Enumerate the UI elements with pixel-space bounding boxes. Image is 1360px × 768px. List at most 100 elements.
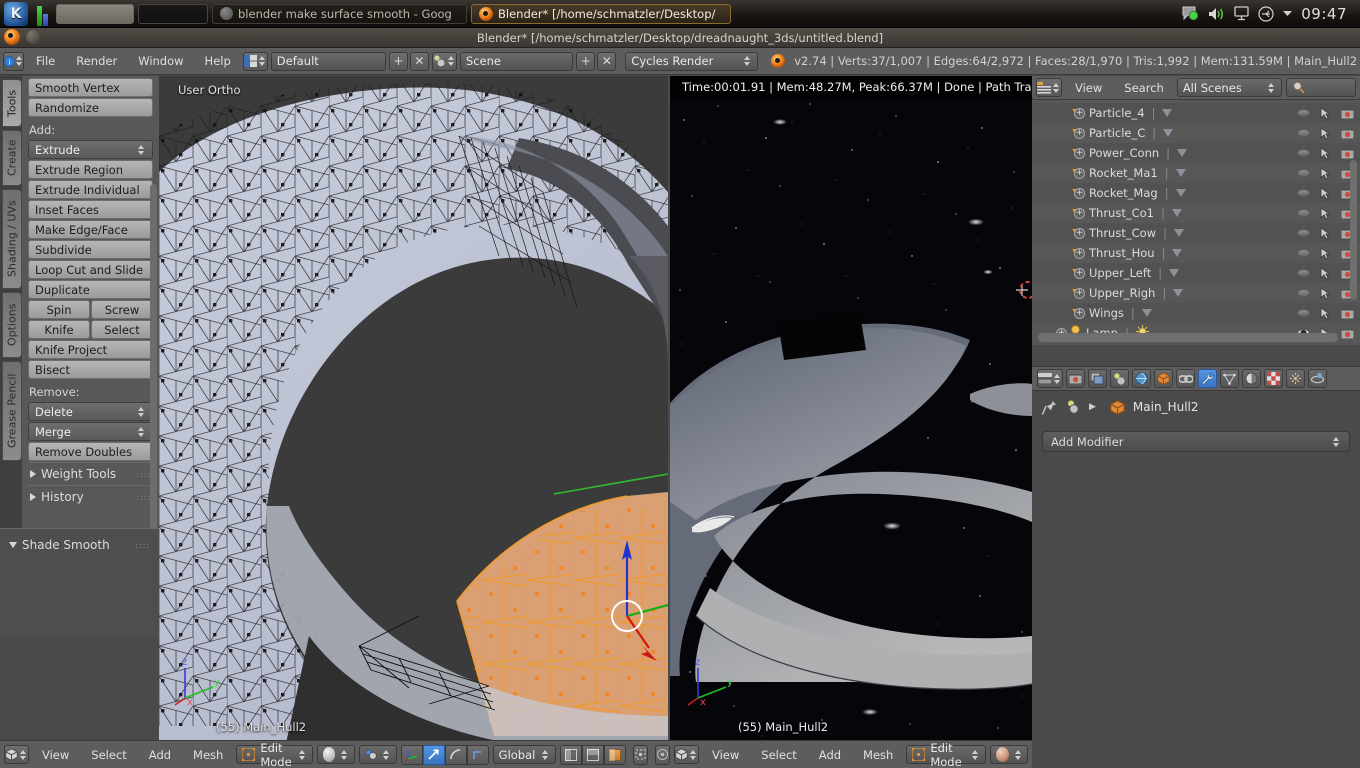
manipulator-scale-button[interactable]: [466, 744, 489, 765]
tab-particles[interactable]: [1286, 369, 1305, 388]
new-scene-button[interactable]: +: [576, 51, 596, 71]
menu-file[interactable]: File: [27, 52, 64, 71]
expand-icon[interactable]: +: [1074, 147, 1085, 159]
selectable-toggle[interactable]: [1320, 166, 1331, 180]
face-select-mode[interactable]: [604, 744, 627, 765]
tab-material[interactable]: [1242, 369, 1261, 388]
visibility-toggle[interactable]: [1297, 129, 1310, 137]
chat-icon[interactable]: [1182, 6, 1199, 21]
selectable-toggle[interactable]: [1320, 206, 1331, 220]
taskbar-window-blender[interactable]: Blender* [/home/schmatzler/Desktop/: [471, 3, 731, 24]
tool-delete-dropdown[interactable]: Delete: [28, 402, 153, 421]
outliner-menu-view[interactable]: View: [1066, 78, 1111, 97]
proportional-edit-toggle[interactable]: [655, 744, 670, 765]
tab-render-layers[interactable]: [1088, 369, 1107, 388]
view3d-menu-select[interactable]: Select: [82, 745, 135, 764]
tab-grease-pencil[interactable]: Grease Pencil: [2, 361, 22, 461]
tab-tools[interactable]: Tools: [2, 79, 22, 127]
pivot-point-selector[interactable]: [358, 745, 397, 764]
tool-duplicate[interactable]: Duplicate: [28, 280, 153, 299]
expand-icon[interactable]: +: [1074, 287, 1085, 299]
kde-menu-button[interactable]: K: [4, 1, 28, 26]
outliner-row[interactable]: + Power_Conn |: [1032, 143, 1360, 163]
menu-render[interactable]: Render: [67, 52, 126, 71]
view3d-menu-add[interactable]: Add: [140, 745, 180, 764]
panel-history[interactable]: History ::::: [28, 485, 153, 508]
outliner-row[interactable]: + Thrust_Hou |: [1032, 243, 1360, 263]
tab-physics[interactable]: [1308, 369, 1327, 388]
tab-modifiers[interactable]: [1198, 369, 1217, 388]
scene-selector[interactable]: Scene: [459, 51, 574, 71]
selectable-toggle[interactable]: [1320, 226, 1331, 240]
pin-icon[interactable]: [1042, 399, 1058, 415]
renderable-toggle[interactable]: [1341, 328, 1354, 339]
interaction-mode-selector[interactable]: Edit Mode: [236, 741, 313, 768]
outliner-search-field[interactable]: [1286, 78, 1356, 97]
taskbar-window-2[interactable]: [138, 3, 208, 24]
outliner-row[interactable]: + Particle_C |: [1032, 123, 1360, 143]
tool-inset-faces[interactable]: Inset Faces: [28, 200, 153, 219]
tool-knife-project[interactable]: Knife Project: [28, 340, 153, 359]
tab-constraints[interactable]: [1176, 369, 1195, 388]
tool-screw[interactable]: Screw: [91, 300, 153, 319]
transform-orientation-selector[interactable]: Global: [492, 745, 557, 764]
tool-make-edge-face[interactable]: Make Edge/Face: [28, 220, 153, 239]
taskbar-window-browser[interactable]: blender make surface smooth - Goog: [212, 3, 467, 24]
editor-type-selector[interactable]: i: [3, 51, 24, 71]
tool-select[interactable]: Select: [91, 320, 153, 339]
transform-manipulator[interactable]: [539, 456, 668, 686]
editor-type-selector-view3d-left[interactable]: [4, 745, 29, 764]
display-icon[interactable]: [1234, 6, 1249, 21]
outliner-row[interactable]: + Upper_Righ |: [1032, 283, 1360, 303]
visibility-toggle[interactable]: [1297, 229, 1310, 237]
edge-select-mode[interactable]: [582, 744, 605, 765]
render-engine-selector[interactable]: Cycles Render: [625, 51, 759, 71]
window-menu-button[interactable]: [26, 30, 40, 44]
expand-icon[interactable]: +: [1074, 307, 1085, 319]
tab-options[interactable]: Options: [2, 292, 22, 358]
visibility-toggle[interactable]: [1297, 249, 1310, 257]
tool-randomize[interactable]: Randomize: [28, 98, 153, 117]
tab-scene[interactable]: [1110, 369, 1129, 388]
tool-remove-doubles[interactable]: Remove Doubles: [28, 442, 153, 461]
tool-loop-cut-and-slide[interactable]: Loop Cut and Slide: [28, 260, 153, 279]
taskbar-window-1[interactable]: [56, 3, 134, 24]
selectable-toggle[interactable]: [1320, 246, 1331, 260]
expand-icon[interactable]: +: [1074, 207, 1085, 219]
limit-selection-visible-toggle[interactable]: [633, 744, 649, 765]
screen-layout-selector[interactable]: Default: [270, 51, 386, 71]
view3d-right-menu-view[interactable]: View: [703, 745, 748, 764]
add-modifier-button[interactable]: Add Modifier: [1042, 431, 1350, 452]
selectable-toggle[interactable]: [1320, 146, 1331, 160]
expand-icon[interactable]: +: [1074, 107, 1085, 119]
expand-icon[interactable]: +: [1074, 187, 1085, 199]
expand-icon[interactable]: +: [1074, 127, 1085, 139]
selectable-toggle[interactable]: [1320, 126, 1331, 140]
tool-smooth-vertex[interactable]: Smooth Vertex: [28, 78, 153, 97]
tool-extrude-region[interactable]: Extrude Region: [28, 160, 153, 179]
screen-layout-icon-button[interactable]: [242, 51, 268, 71]
selectable-toggle[interactable]: [1320, 186, 1331, 200]
visibility-toggle[interactable]: [1297, 109, 1310, 117]
viewport-3d-edit[interactable]: z y x User Ortho (55) Main_Hull2: [159, 76, 668, 740]
tool-merge-dropdown[interactable]: Merge: [28, 422, 153, 441]
view3d-right-menu-add[interactable]: Add: [810, 745, 850, 764]
tab-texture[interactable]: [1264, 369, 1283, 388]
outliner-editor-type-selector[interactable]: [1036, 78, 1062, 97]
delete-scene-button[interactable]: ✕: [597, 51, 617, 71]
tab-create[interactable]: Create: [2, 130, 22, 186]
manipulator-rotate-button[interactable]: [444, 744, 467, 765]
tab-render[interactable]: [1066, 369, 1085, 388]
outliner-row[interactable]: + Particle_4 |: [1032, 103, 1360, 123]
volume-icon[interactable]: [1208, 7, 1225, 21]
view3d-menu-view[interactable]: View: [33, 745, 78, 764]
visibility-toggle[interactable]: [1297, 209, 1310, 217]
visibility-toggle[interactable]: [1297, 149, 1310, 157]
expand-icon[interactable]: +: [1074, 227, 1085, 239]
selectable-toggle[interactable]: [1320, 306, 1331, 320]
renderable-toggle[interactable]: [1341, 108, 1354, 119]
outliner-horizontal-scrollbar[interactable]: [1038, 333, 1338, 342]
expand-icon[interactable]: +: [1074, 267, 1085, 279]
chevron-down-icon[interactable]: [1283, 10, 1293, 17]
view3d-right-menu-mesh[interactable]: Mesh: [854, 745, 902, 764]
